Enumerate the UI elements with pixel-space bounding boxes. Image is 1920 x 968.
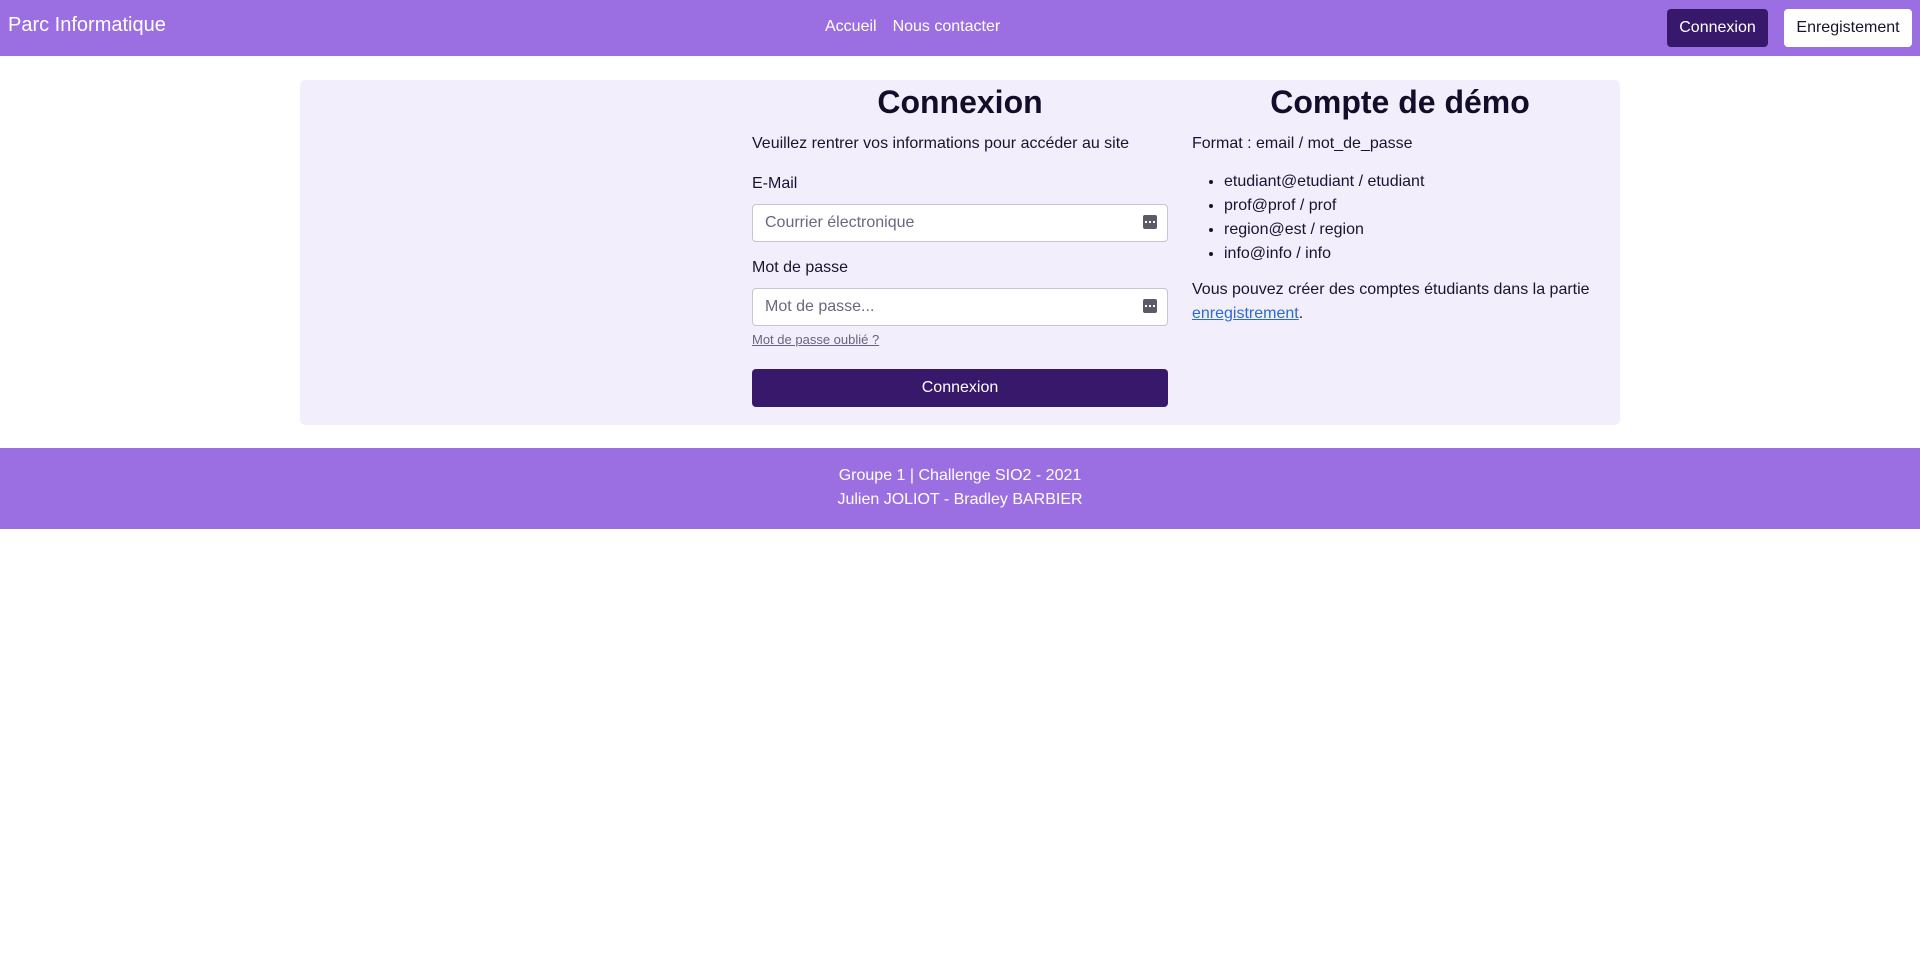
password-manager-icon[interactable] xyxy=(1143,299,1157,313)
email-field[interactable] xyxy=(752,204,1168,242)
demo-accounts-list: etudiant@etudiant / etudiant prof@prof /… xyxy=(1192,170,1608,266)
nav-login-button[interactable]: Connexion xyxy=(1667,9,1768,47)
footer-line-authors: Julien JOLIOT - Bradley BARBIER xyxy=(837,491,1083,508)
list-item: info@info / info xyxy=(1224,242,1608,266)
page-footer: Groupe 1 | Challenge SIO2 - 2021 Julien … xyxy=(0,448,1920,529)
password-field-wrapper xyxy=(752,288,1168,326)
demo-note-text: Vous pouvez créer des comptes étudiants … xyxy=(1192,281,1590,298)
demo-format: Format : email / mot_de_passe xyxy=(1192,135,1413,152)
login-intro: Veuillez rentrer vos informations pour a… xyxy=(752,135,1130,152)
nav-link-contact[interactable]: Nous contacter xyxy=(893,18,1001,36)
nav-register-button[interactable]: Enregistement xyxy=(1784,9,1912,47)
top-navbar: Parc Informatique Accueil Nous contacter… xyxy=(0,0,1920,56)
footer-line-group: Groupe 1 | Challenge SIO2 - 2021 xyxy=(838,467,1082,484)
list-item: prof@prof / prof xyxy=(1224,194,1608,218)
nav-link-accueil[interactable]: Accueil xyxy=(825,18,877,36)
password-label: Mot de passe xyxy=(752,259,849,276)
email-label: E-Mail xyxy=(752,175,798,192)
list-item: region@est / region xyxy=(1224,218,1608,242)
forgot-password-link[interactable]: Mot de passe oublié ? xyxy=(752,332,879,347)
password-field[interactable] xyxy=(752,288,1168,326)
demo-note: Vous pouvez créer des comptes étudiants … xyxy=(1192,278,1608,326)
brand-link[interactable]: Parc Informatique xyxy=(8,14,166,37)
login-title: Connexion xyxy=(877,84,1043,120)
login-form: Connexion Veuillez rentrer vos informati… xyxy=(752,80,1168,407)
password-manager-icon[interactable] xyxy=(1143,215,1157,229)
login-submit-button[interactable]: Connexion xyxy=(752,369,1168,407)
register-link[interactable]: enregistrement xyxy=(1192,305,1299,322)
demo-accounts-panel: Compte de démo Format : email / mot_de_p… xyxy=(1192,80,1608,326)
login-card: Connexion Veuillez rentrer vos informati… xyxy=(300,80,1620,425)
list-item: etudiant@etudiant / etudiant xyxy=(1224,170,1608,194)
demo-note-end: . xyxy=(1298,305,1304,322)
nav-links: Accueil Nous contacter xyxy=(825,18,1000,36)
demo-title: Compte de démo xyxy=(1270,84,1530,120)
email-field-wrapper xyxy=(752,204,1168,242)
